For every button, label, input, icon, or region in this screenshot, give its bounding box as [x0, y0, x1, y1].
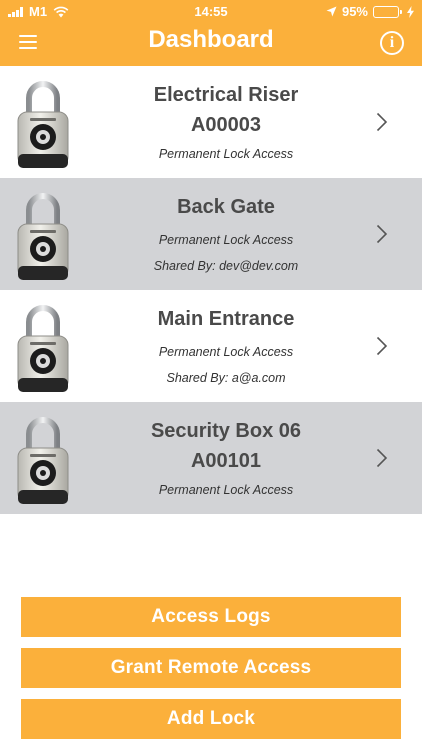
- page-title: Dashboard: [148, 26, 274, 53]
- lock-info: Main Entrance Permanent Lock Access Shar…: [80, 290, 372, 402]
- lock-info: Electrical Riser A00003 Permanent Lock A…: [80, 66, 372, 178]
- location-arrow-icon: [326, 6, 337, 17]
- chevron-right-icon: [376, 336, 388, 356]
- padlock-icon: [14, 300, 72, 394]
- info-glyph: i: [389, 34, 395, 51]
- chevron-right-icon: [376, 448, 388, 468]
- lock-row-electrical-riser[interactable]: Electrical Riser A00003 Permanent Lock A…: [0, 66, 422, 178]
- charging-bolt-icon: [407, 5, 414, 18]
- lock-info: Security Box 06 A00101 Permanent Lock Ac…: [80, 402, 372, 514]
- lock-code: A00003: [190, 114, 262, 136]
- status-bar: M1 14:55 95%: [0, 0, 422, 22]
- padlock-icon: [14, 76, 72, 170]
- lock-row-back-gate[interactable]: Back Gate Permanent Lock Access Shared B…: [0, 178, 422, 290]
- lock-info: Back Gate Permanent Lock Access Shared B…: [80, 178, 372, 290]
- padlock-icon: [14, 188, 72, 282]
- battery-icon: [373, 5, 402, 18]
- status-right: 95%: [326, 4, 414, 19]
- lock-name: Back Gate: [177, 196, 275, 218]
- info-icon[interactable]: i: [380, 31, 404, 55]
- lock-row-security-box-06[interactable]: Security Box 06 A00101 Permanent Lock Ac…: [0, 402, 422, 514]
- lock-name: Electrical Riser: [153, 84, 299, 106]
- lock-access-type: Permanent Lock Access: [158, 345, 294, 359]
- navigation-bar: M1 14:55 95% Dashboard i: [0, 0, 422, 66]
- battery-percent: 95%: [341, 4, 368, 19]
- lock-shared-by: Shared By: a@a.com: [166, 371, 286, 385]
- add-lock-button[interactable]: Add Lock: [21, 699, 401, 739]
- lock-code: A00101: [190, 450, 262, 472]
- padlock-icon: [14, 412, 72, 506]
- lock-name: Security Box 06: [150, 420, 302, 442]
- chevron-right-icon: [376, 112, 388, 132]
- lock-shared-by: Shared By: dev@dev.com: [153, 259, 299, 273]
- grant-remote-access-button[interactable]: Grant Remote Access: [21, 648, 401, 688]
- lock-row-main-entrance[interactable]: Main Entrance Permanent Lock Access Shar…: [0, 290, 422, 402]
- access-logs-button[interactable]: Access Logs: [21, 597, 401, 637]
- chevron-right-icon: [376, 224, 388, 244]
- lock-name: Main Entrance: [157, 308, 295, 330]
- lock-access-type: Permanent Lock Access: [158, 147, 294, 161]
- lock-list: Electrical Riser A00003 Permanent Lock A…: [0, 66, 422, 514]
- lock-access-type: Permanent Lock Access: [158, 483, 294, 497]
- lock-access-type: Permanent Lock Access: [158, 233, 294, 247]
